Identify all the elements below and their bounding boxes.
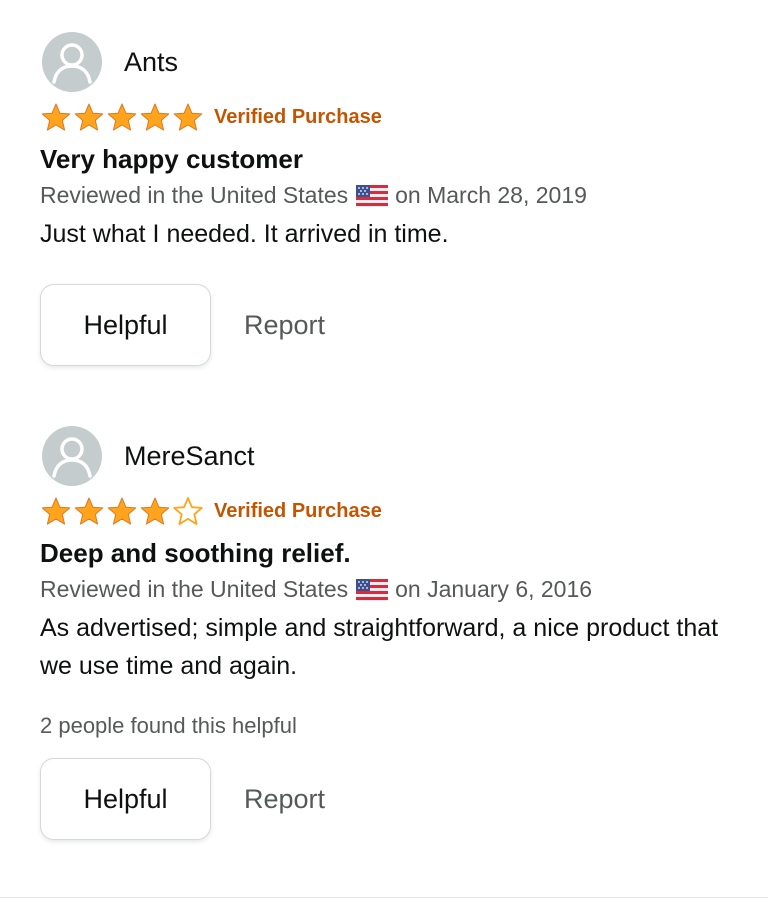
rating-line: Verified Purchase [40,100,740,134]
rating-line: Verified Purchase [40,494,740,528]
reviewed-in-text: Reviewed in the United States [40,576,349,603]
review-actions: Helpful Report [40,758,740,841]
star-empty-icon [173,497,203,525]
star-filled-icon [41,103,71,131]
star-filled-icon [173,103,203,131]
review-date: on January 6, 2016 [395,576,593,603]
star-filled-icon [140,103,170,131]
star-filled-icon [74,103,104,131]
user-silhouette-icon [42,32,102,92]
user-silhouette-icon [42,426,102,486]
review-card: Ants Verified Purchase Very happy custom… [40,32,740,367]
star-filled-icon [107,103,137,131]
review-title: Deep and soothing relief. [40,538,351,568]
review-title: Very happy customer [40,144,303,174]
helpful-button[interactable]: Helpful [40,284,211,367]
divider [0,897,768,898]
helpful-button[interactable]: Helpful [40,758,211,841]
star-rating[interactable] [40,102,205,132]
reviewer-profile[interactable]: Ants [40,32,740,92]
review-actions: Helpful Report [40,284,740,367]
star-filled-icon [74,497,104,525]
reviewer-name: MereSanct [124,440,255,471]
review-body: As advertised; simple and straightforwar… [40,614,719,681]
review-card: MereSanct Verified Purchase Deep and soo… [40,426,740,841]
review-meta: Reviewed in the United States on January… [40,575,740,605]
reviewed-in-text: Reviewed in the United States [40,182,349,209]
report-link[interactable]: Report [244,784,325,815]
us-flag-icon [356,185,389,208]
review-body: Just what I needed. It arrived in time. [40,220,449,249]
verified-purchase-badge: Verified Purchase [214,500,382,522]
star-rating[interactable] [40,496,205,526]
reviewer-name: Ants [124,46,179,77]
star-filled-icon [140,497,170,525]
star-filled-icon [41,497,71,525]
review-meta: Reviewed in the United States on March 2… [40,181,740,211]
review-date: on March 28, 2019 [395,182,587,209]
reviewer-profile[interactable]: MereSanct [40,426,740,486]
us-flag-icon [356,579,389,602]
star-filled-icon [107,497,137,525]
helpful-count-text: 2 people found this helpful [40,713,297,739]
verified-purchase-badge: Verified Purchase [214,106,382,128]
report-link[interactable]: Report [244,310,325,341]
